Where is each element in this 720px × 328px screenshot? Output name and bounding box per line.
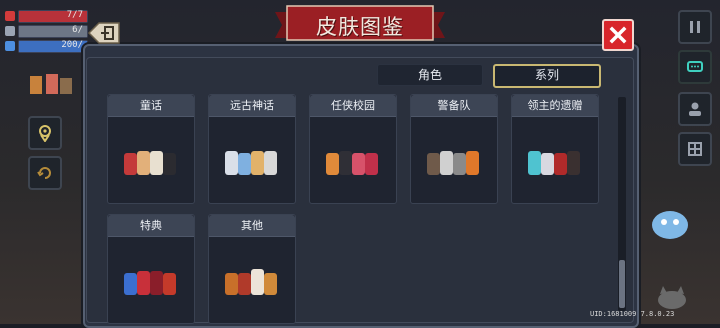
series-characters-preview (427, 151, 479, 175)
series-characters-preview (124, 271, 176, 295)
series-card-label: 其他 (209, 215, 295, 237)
scrollbar-thumb[interactable] (619, 260, 625, 308)
cat-sprite (650, 282, 695, 310)
pet-sprite (640, 195, 700, 245)
refresh-icon (37, 167, 51, 179)
refresh-button[interactable] (28, 156, 62, 190)
dialog-title: 皮肤图鉴 (316, 15, 404, 39)
profile-icon (689, 102, 701, 116)
pause-button[interactable] (678, 10, 712, 44)
hp-text: 7/7 (66, 10, 83, 20)
tab-role[interactable]: 角色 (377, 64, 483, 86)
series-card-special-edition[interactable]: 特典 (107, 214, 195, 324)
series-card-guard-squad[interactable]: 警备队 (410, 94, 498, 204)
energy-bar: 200/ (5, 40, 88, 53)
close-button[interactable] (602, 19, 634, 51)
energy-icon (5, 41, 15, 51)
series-characters-preview (225, 269, 277, 295)
series-characters-preview (326, 151, 378, 175)
shield-icon (5, 26, 15, 36)
map-icon (688, 142, 702, 156)
series-card-chivalry-campus[interactable]: 任侠校园 (309, 94, 397, 204)
series-characters-preview (124, 151, 176, 175)
series-card-label: 远古神话 (209, 95, 295, 117)
series-card-ancient-myth[interactable]: 远古神话 (208, 94, 296, 204)
chat-button[interactable] (678, 50, 712, 84)
tab-series[interactable]: 系列 (493, 64, 601, 88)
title-banner: 皮肤图鉴 (275, 4, 445, 44)
series-card-label: 童话 (108, 95, 194, 117)
series-card-label: 任侠校园 (310, 95, 396, 117)
series-card-fairy-tale[interactable]: 童话 (107, 94, 195, 204)
armor-text: 6/ (72, 25, 83, 35)
profile-button[interactable] (678, 92, 712, 126)
series-card-other[interactable]: 其他 (208, 214, 296, 324)
party-sprites (26, 70, 76, 100)
back-button[interactable] (87, 19, 121, 47)
series-card-lords-legacy[interactable]: 领主的遗赠 (511, 94, 599, 204)
close-x-icon (609, 26, 627, 44)
series-card-label: 特典 (108, 215, 194, 237)
uid-version-label: UID:1681009 7.8.0.23 (590, 310, 675, 318)
series-card-label: 警备队 (411, 95, 497, 117)
series-characters-preview (225, 151, 277, 175)
location-button[interactable] (28, 116, 62, 150)
map-button[interactable] (678, 132, 712, 166)
armor-bar: 6/ (5, 25, 88, 38)
chat-icon (687, 61, 703, 72)
back-arrow-icon (87, 22, 120, 44)
series-card-label: 领主的遗赠 (512, 95, 598, 117)
heart-icon (5, 11, 15, 21)
hp-bar: 7/7 (5, 10, 88, 23)
series-characters-preview (528, 151, 580, 175)
location-pin-icon (39, 125, 51, 142)
pause-icon (690, 21, 700, 33)
energy-text: 200/ (61, 40, 83, 50)
